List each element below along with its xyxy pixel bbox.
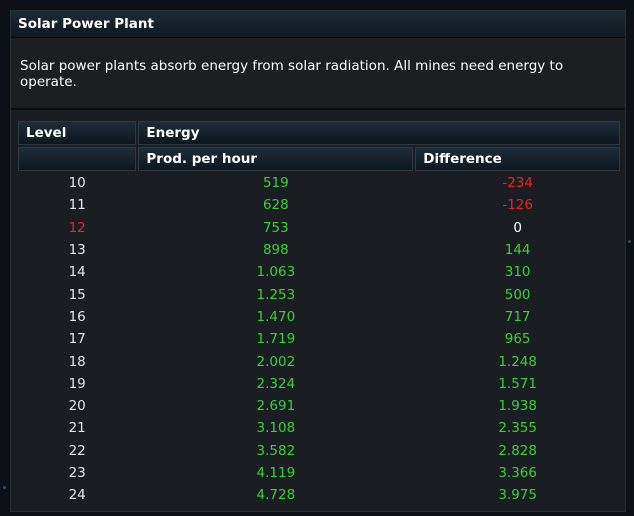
difference-cell: -126 [502, 197, 533, 214]
difference-cell: 717 [504, 308, 531, 325]
table-row: 17 1.719 965 [18, 329, 620, 349]
production-cell: 753 [262, 219, 289, 236]
level-cell: 12 [68, 219, 86, 236]
building-description: Solar power plants absorb energy from so… [11, 38, 625, 110]
production-cell: 1.470 [256, 308, 296, 325]
level-subheader-empty [18, 147, 137, 171]
table-header-row: Level Energy [18, 121, 620, 145]
table-subheader-row: Prod. per hour Difference [18, 147, 620, 171]
production-cell: 2.324 [256, 375, 296, 392]
difference-cell: 3.366 [498, 465, 537, 481]
difference-cell: 0 [513, 219, 522, 236]
difference-cell: 144 [504, 242, 531, 259]
production-cell: 3.582 [256, 442, 296, 459]
production-cell: 3.108 [256, 420, 296, 437]
difference-cell: 1.248 [498, 353, 537, 370]
difference-cell: -234 [502, 175, 533, 192]
production-cell: 519 [262, 175, 289, 192]
level-cell: 16 [68, 308, 86, 325]
table-row: 23 4.119 3.366 [18, 463, 620, 483]
table-row: 10 519 -234 [18, 173, 620, 193]
production-cell: 1.719 [256, 331, 296, 348]
table-body: 10 519 -234 11 628 -126 12 753 0 13 898 144 14 1.063 3… [18, 173, 620, 505]
production-cell: 1.063 [256, 264, 296, 281]
difference-cell: 1.571 [498, 375, 537, 392]
level-header: Level [18, 121, 137, 145]
table-row: 12 753 0 [18, 218, 620, 238]
level-cell: 22 [68, 442, 86, 459]
level-cell: 20 [68, 398, 86, 415]
background-star [628, 240, 631, 243]
production-cell: 4.119 [256, 465, 296, 481]
prod-per-hour-header: Prod. per hour [138, 147, 414, 171]
difference-cell: 310 [504, 264, 531, 281]
production-cell: 628 [262, 197, 289, 214]
table-row: 13 898 144 [18, 240, 620, 260]
production-cell: 4.728 [256, 487, 296, 504]
production-cell: 2.691 [256, 398, 296, 415]
background-star [3, 486, 6, 489]
table-row: 21 3.108 2.355 [18, 418, 620, 438]
level-cell: 13 [68, 242, 86, 259]
production-cell: 1.253 [256, 286, 296, 303]
level-cell: 10 [68, 175, 86, 192]
table-row: 15 1.253 500 [18, 284, 620, 304]
level-cell: 24 [68, 487, 86, 504]
table-row: 18 2.002 1.248 [18, 351, 620, 371]
difference-cell: 2.355 [498, 420, 537, 437]
table-row: 14 1.063 310 [18, 262, 620, 282]
level-cell: 11 [68, 197, 86, 214]
table-row: 11 628 -126 [18, 195, 620, 215]
building-info-panel: Solar Power Plant Solar power plants abs… [10, 10, 626, 512]
production-table: Level Energy Prod. per hour Difference 1… [16, 119, 622, 507]
energy-header: Energy [138, 121, 620, 145]
difference-cell: 965 [504, 331, 531, 348]
production-cell: 2.002 [256, 353, 296, 370]
difference-cell: 500 [504, 286, 531, 303]
level-cell: 15 [68, 286, 86, 303]
panel-title: Solar Power Plant [11, 11, 625, 38]
level-cell: 17 [68, 331, 86, 348]
level-cell: 21 [68, 420, 86, 437]
production-cell: 898 [262, 242, 289, 259]
level-cell: 18 [68, 353, 86, 370]
table-row: 24 4.728 3.975 [18, 485, 620, 505]
table-row: 19 2.324 1.571 [18, 374, 620, 394]
table-row: 20 2.691 1.938 [18, 396, 620, 416]
difference-cell: 2.828 [498, 442, 537, 459]
table-row: 22 3.582 2.828 [18, 441, 620, 461]
level-cell: 14 [68, 264, 86, 281]
difference-cell: 1.938 [498, 398, 537, 415]
production-table-container: Level Energy Prod. per hour Difference 1… [16, 119, 622, 507]
level-cell: 23 [68, 465, 86, 481]
level-cell: 19 [68, 375, 86, 392]
difference-header: Difference [415, 147, 620, 171]
difference-cell: 3.975 [498, 487, 537, 504]
table-row: 16 1.470 717 [18, 307, 620, 327]
